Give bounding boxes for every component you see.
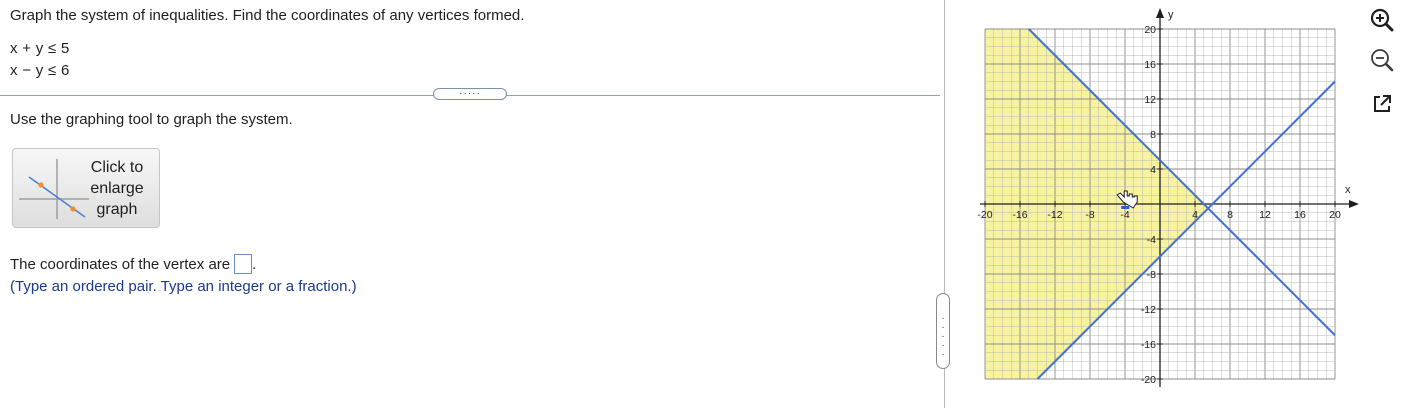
y-tick-label: -4 bbox=[1147, 234, 1156, 246]
enlarge-graph-label: Click to enlarge graph bbox=[81, 157, 153, 220]
zoom-in-button[interactable] bbox=[1368, 6, 1396, 34]
y-tick-label: 8 bbox=[1150, 129, 1156, 141]
y-tick-label: -8 bbox=[1147, 269, 1156, 281]
y-tick-label: -20 bbox=[1141, 374, 1156, 386]
expand-handle[interactable]: ····· bbox=[433, 88, 507, 100]
vertex-answer-input[interactable] bbox=[234, 254, 253, 274]
y-tick-label: 4 bbox=[1150, 164, 1156, 176]
y-axis-label: y bbox=[1168, 9, 1174, 21]
instruction-text: Use the graphing tool to graph the syste… bbox=[10, 111, 293, 128]
y-tick-label: -16 bbox=[1141, 339, 1156, 351]
enlarge-label-line3: graph bbox=[96, 201, 138, 218]
x-tick-label: -4 bbox=[1120, 209, 1129, 221]
cursor-accent bbox=[1121, 206, 1130, 209]
zoom-in-icon bbox=[1370, 8, 1394, 32]
inequality-2: x − y ≤ 6 bbox=[10, 62, 70, 79]
y-tick-label: 12 bbox=[1144, 94, 1156, 106]
y-tick-label: 16 bbox=[1144, 59, 1156, 71]
x-axis-arrow-icon bbox=[1349, 200, 1359, 208]
x-tick-label: -12 bbox=[1047, 209, 1062, 221]
x-tick-label: -8 bbox=[1085, 209, 1094, 221]
x-tick-label: 8 bbox=[1227, 209, 1233, 221]
y-tick-label: 20 bbox=[1144, 24, 1156, 36]
external-link-icon bbox=[1374, 95, 1391, 112]
y-axis-arrow-icon bbox=[1156, 8, 1164, 18]
answer-hint: (Type an ordered pair. Type an integer o… bbox=[10, 278, 357, 295]
answer-prefix: The coordinates of the vertex are bbox=[10, 256, 231, 273]
x-axis-label: x bbox=[1345, 184, 1351, 196]
coordinate-graph[interactable]: xy-20 -16 -12 -8 -4 4 8 12 16 2020161284-4-8-12-1… bbox=[970, 0, 1370, 408]
zoom-out-button[interactable] bbox=[1368, 46, 1396, 74]
popout-button[interactable] bbox=[1368, 90, 1396, 118]
inequality-1: x + y ≤ 5 bbox=[10, 40, 70, 57]
y-tick-label: -12 bbox=[1141, 304, 1156, 316]
enlarge-label-line2: enlarge bbox=[90, 180, 144, 197]
x-tick-label: 16 bbox=[1294, 209, 1306, 221]
enlarge-graph-button[interactable]: Click to enlarge graph bbox=[12, 148, 160, 228]
question-prompt: Graph the system of inequalities. Find t… bbox=[10, 7, 525, 24]
x-tick-label: -16 bbox=[1012, 209, 1027, 221]
zoom-out-icon bbox=[1371, 49, 1394, 72]
x-tick-label: -20 bbox=[977, 209, 992, 221]
question-pane: Graph the system of inequalities. Find t… bbox=[0, 0, 942, 408]
enlarge-label-line1: Click to bbox=[90, 159, 144, 176]
x-tick-label: 20 bbox=[1329, 209, 1341, 221]
graph-thumbnail-icon bbox=[19, 159, 89, 219]
answer-line: The coordinates of the vertex are. bbox=[10, 254, 256, 274]
answer-suffix: . bbox=[252, 256, 257, 273]
x-tick-label: 12 bbox=[1259, 209, 1271, 221]
pane-resize-handle[interactable]: · · · · · bbox=[936, 293, 950, 369]
